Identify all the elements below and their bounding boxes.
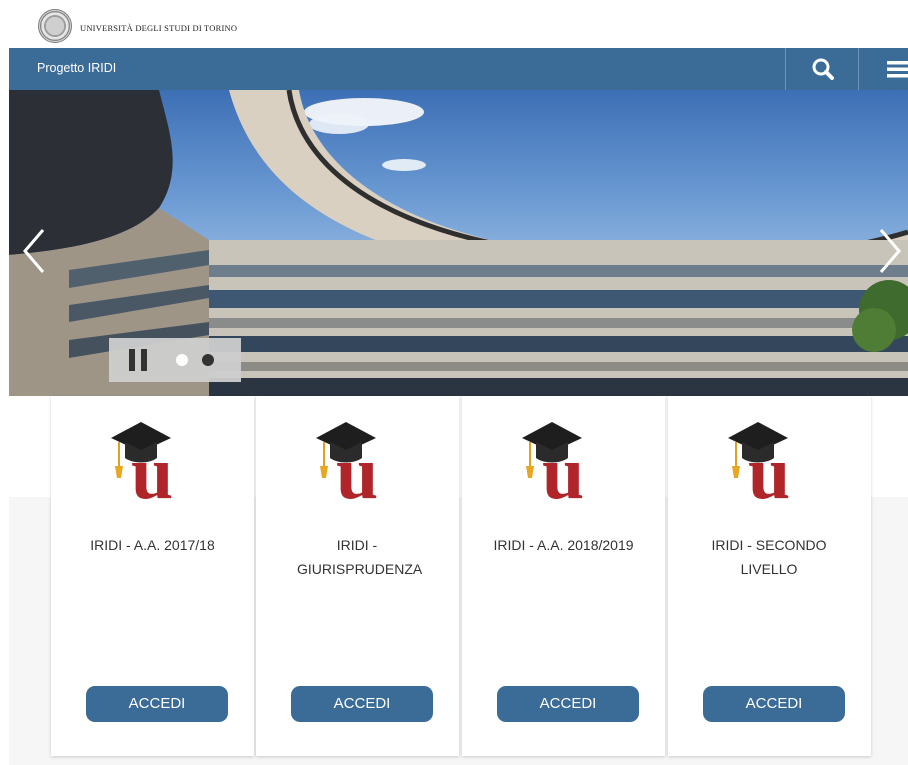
course-card: u IRIDI - A.A. 2017/18 ACCEDI	[51, 396, 254, 756]
slide-dot-2[interactable]	[202, 354, 214, 366]
pause-icon[interactable]	[127, 349, 149, 371]
search-icon	[812, 58, 834, 80]
graduation-cap-logo-icon: u	[728, 422, 790, 502]
site-title[interactable]: Progetto IRIDI	[37, 61, 116, 75]
course-card: u IRIDI - A.A. 2018/2019 ACCEDI	[462, 396, 665, 756]
accedi-button[interactable]: ACCEDI	[703, 686, 845, 722]
card-title: IRIDI - A.A. 2018/2019	[493, 537, 634, 553]
navbar: Progetto IRIDI	[9, 48, 908, 90]
menu-button[interactable]	[858, 48, 908, 90]
university-name[interactable]: UNIVERSITÀ DEGLI STUDI DI TORINO	[80, 23, 237, 33]
accedi-button[interactable]: ACCEDI	[497, 686, 639, 722]
accedi-button[interactable]: ACCEDI	[291, 686, 433, 722]
carousel-controls	[109, 338, 241, 382]
graduation-cap-logo-icon: u	[111, 422, 173, 502]
graduation-cap-logo-icon: u	[316, 422, 378, 502]
hero-carousel	[9, 90, 908, 396]
slide-dot-1[interactable]	[176, 354, 188, 366]
graduation-cap-logo-icon: u	[522, 422, 584, 502]
university-header: UNIVERSITÀ DEGLI STUDI DI TORINO	[0, 0, 908, 48]
chevron-right-icon[interactable]	[875, 226, 905, 276]
accedi-button[interactable]: ACCEDI	[86, 686, 228, 722]
card-title: IRIDI - SECONDO LIVELLO	[711, 537, 827, 577]
chevron-left-icon[interactable]	[19, 226, 49, 276]
course-card: u IRIDI - GIURISPRUDENZA ACCEDI	[256, 396, 459, 756]
university-seal-icon[interactable]	[38, 9, 72, 43]
course-card: u IRIDI - SECONDO LIVELLO ACCEDI	[668, 396, 871, 756]
card-title: IRIDI - GIURISPRUDENZA	[297, 537, 423, 577]
hamburger-menu-icon	[887, 61, 908, 78]
card-title: IRIDI - A.A. 2017/18	[90, 537, 215, 553]
search-button[interactable]	[785, 48, 858, 90]
